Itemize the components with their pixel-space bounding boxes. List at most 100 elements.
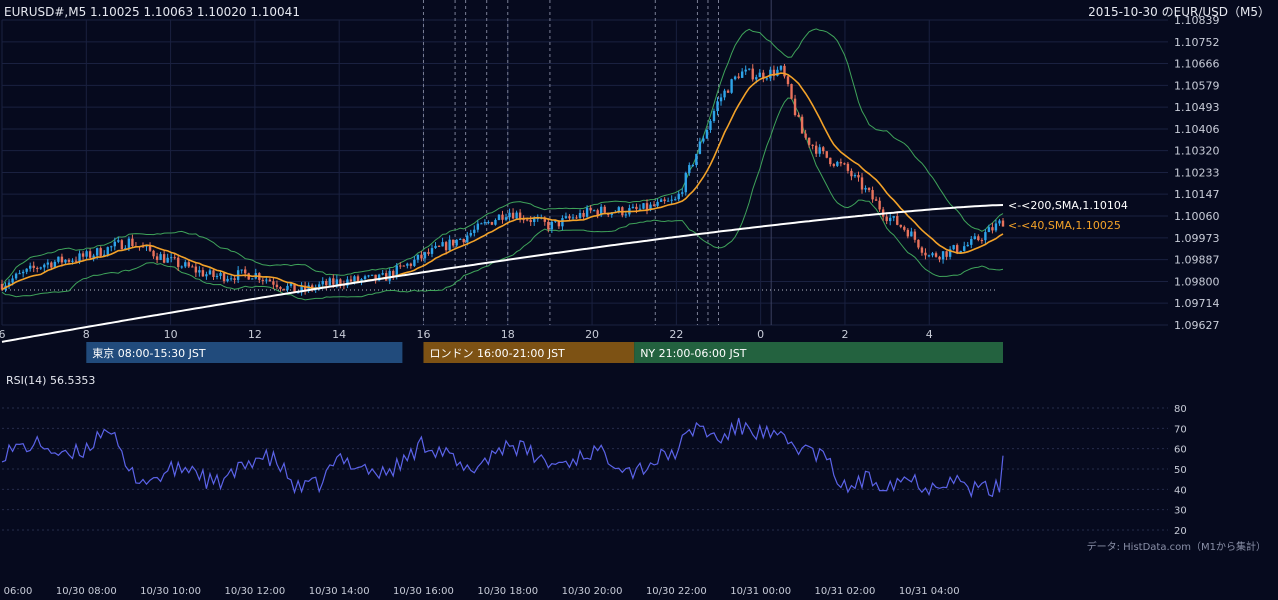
price-y-tick-label: 1.10666	[1174, 58, 1220, 71]
price-y-tick-label: 1.10233	[1174, 167, 1220, 180]
candle-body	[814, 145, 818, 154]
candle-body	[367, 275, 370, 277]
session-label: NY 21:00-06:00 JST	[640, 347, 747, 360]
candle-body	[973, 236, 977, 240]
candle-body	[688, 165, 691, 174]
candle-body	[991, 227, 994, 231]
candle-body	[885, 216, 888, 222]
candle-body	[32, 265, 35, 268]
candle-body	[533, 218, 536, 223]
candle-body	[455, 239, 458, 246]
candle-body	[829, 157, 832, 165]
candle-body	[564, 216, 568, 219]
candle-body	[571, 217, 575, 219]
session-label: ロンドン 16:00-21:00 JST	[429, 347, 565, 360]
price-y-tick-label: 1.09800	[1174, 275, 1220, 288]
candle-body	[938, 256, 941, 260]
candle-body	[723, 90, 726, 98]
event-lines	[422, 0, 772, 325]
candle-body	[198, 270, 201, 273]
candle-body	[406, 263, 409, 266]
price-y-axis: 1.108391.107521.106661.105791.104931.104…	[1174, 14, 1220, 332]
candle-body	[578, 213, 582, 218]
candle-body	[233, 278, 236, 280]
candle-body	[748, 68, 751, 70]
price-x-tick-label: 12	[248, 328, 262, 341]
candle-body	[920, 247, 924, 253]
candle-body	[444, 242, 448, 251]
rsi-panel	[1, 407, 1168, 531]
candle-body	[427, 252, 430, 254]
candle-body	[85, 251, 88, 257]
candle-body	[504, 217, 508, 220]
candle-body	[268, 279, 272, 282]
candle-body	[864, 187, 867, 190]
candle-body	[282, 288, 286, 290]
candle-body	[409, 263, 413, 266]
candle-body	[381, 273, 384, 275]
candle-body	[892, 216, 895, 218]
candle-body	[279, 287, 282, 289]
rsi-x-tick-label: 10/30 16:00	[393, 586, 454, 597]
price-y-tick-label: 1.09973	[1174, 232, 1220, 245]
candle-body	[811, 144, 814, 146]
candle-body	[547, 221, 550, 230]
candle-body	[430, 248, 434, 254]
candle-body	[603, 206, 606, 213]
candle-body	[846, 163, 850, 171]
rsi-x-tick-label: 10/31 00:00	[730, 586, 791, 597]
candle-body	[219, 273, 222, 276]
candle-body	[836, 161, 839, 166]
candle-body	[568, 216, 571, 219]
candle-body	[64, 259, 67, 263]
price-x-tick-label: 4	[926, 328, 933, 341]
candle-body	[261, 279, 265, 281]
candle-body	[413, 259, 416, 266]
sma200-label: <-<200,SMA,1.10104	[1008, 199, 1128, 212]
candle-body	[716, 101, 719, 112]
candle-body	[783, 65, 786, 77]
candle-body	[205, 274, 208, 277]
candle-body	[201, 270, 205, 277]
candle-body	[451, 239, 455, 246]
candle-body	[638, 208, 642, 210]
candle-body	[328, 278, 331, 286]
candle-body	[825, 151, 828, 158]
candle-body	[980, 240, 984, 242]
price-x-tick-label: 0	[757, 328, 764, 341]
candle-body	[483, 222, 487, 224]
candle-body	[691, 165, 695, 167]
candle-body	[726, 90, 730, 93]
candle-body	[839, 161, 843, 164]
candle-body	[60, 256, 64, 263]
price-y-tick-label: 1.10406	[1174, 123, 1220, 136]
candle-body	[11, 278, 14, 283]
candle-body	[251, 278, 254, 280]
price-y-tick-label: 1.10493	[1174, 101, 1220, 114]
candle-body	[656, 201, 659, 206]
candle-body	[910, 231, 913, 237]
candle-body	[744, 69, 747, 72]
candle-body	[642, 203, 645, 209]
candle-body	[25, 268, 28, 272]
rsi-line	[1, 417, 1004, 499]
candle-body	[110, 246, 113, 248]
candle-body	[966, 244, 969, 247]
candle-body	[335, 279, 339, 285]
candle-body	[635, 206, 638, 210]
candle-body	[670, 199, 673, 201]
candle-body	[43, 264, 46, 268]
candle-body	[952, 245, 955, 250]
price-y-tick-label: 1.10060	[1174, 210, 1220, 223]
candle-body	[490, 222, 494, 225]
candle-body	[719, 97, 723, 102]
candle-body	[807, 137, 811, 145]
candle-body	[466, 235, 469, 243]
candle-body	[173, 257, 176, 259]
candle-body	[740, 71, 744, 78]
candle-body	[843, 163, 846, 165]
candle-body	[244, 269, 247, 274]
candle-body	[57, 256, 60, 262]
candle-body	[857, 174, 860, 178]
candle-body	[804, 133, 807, 138]
